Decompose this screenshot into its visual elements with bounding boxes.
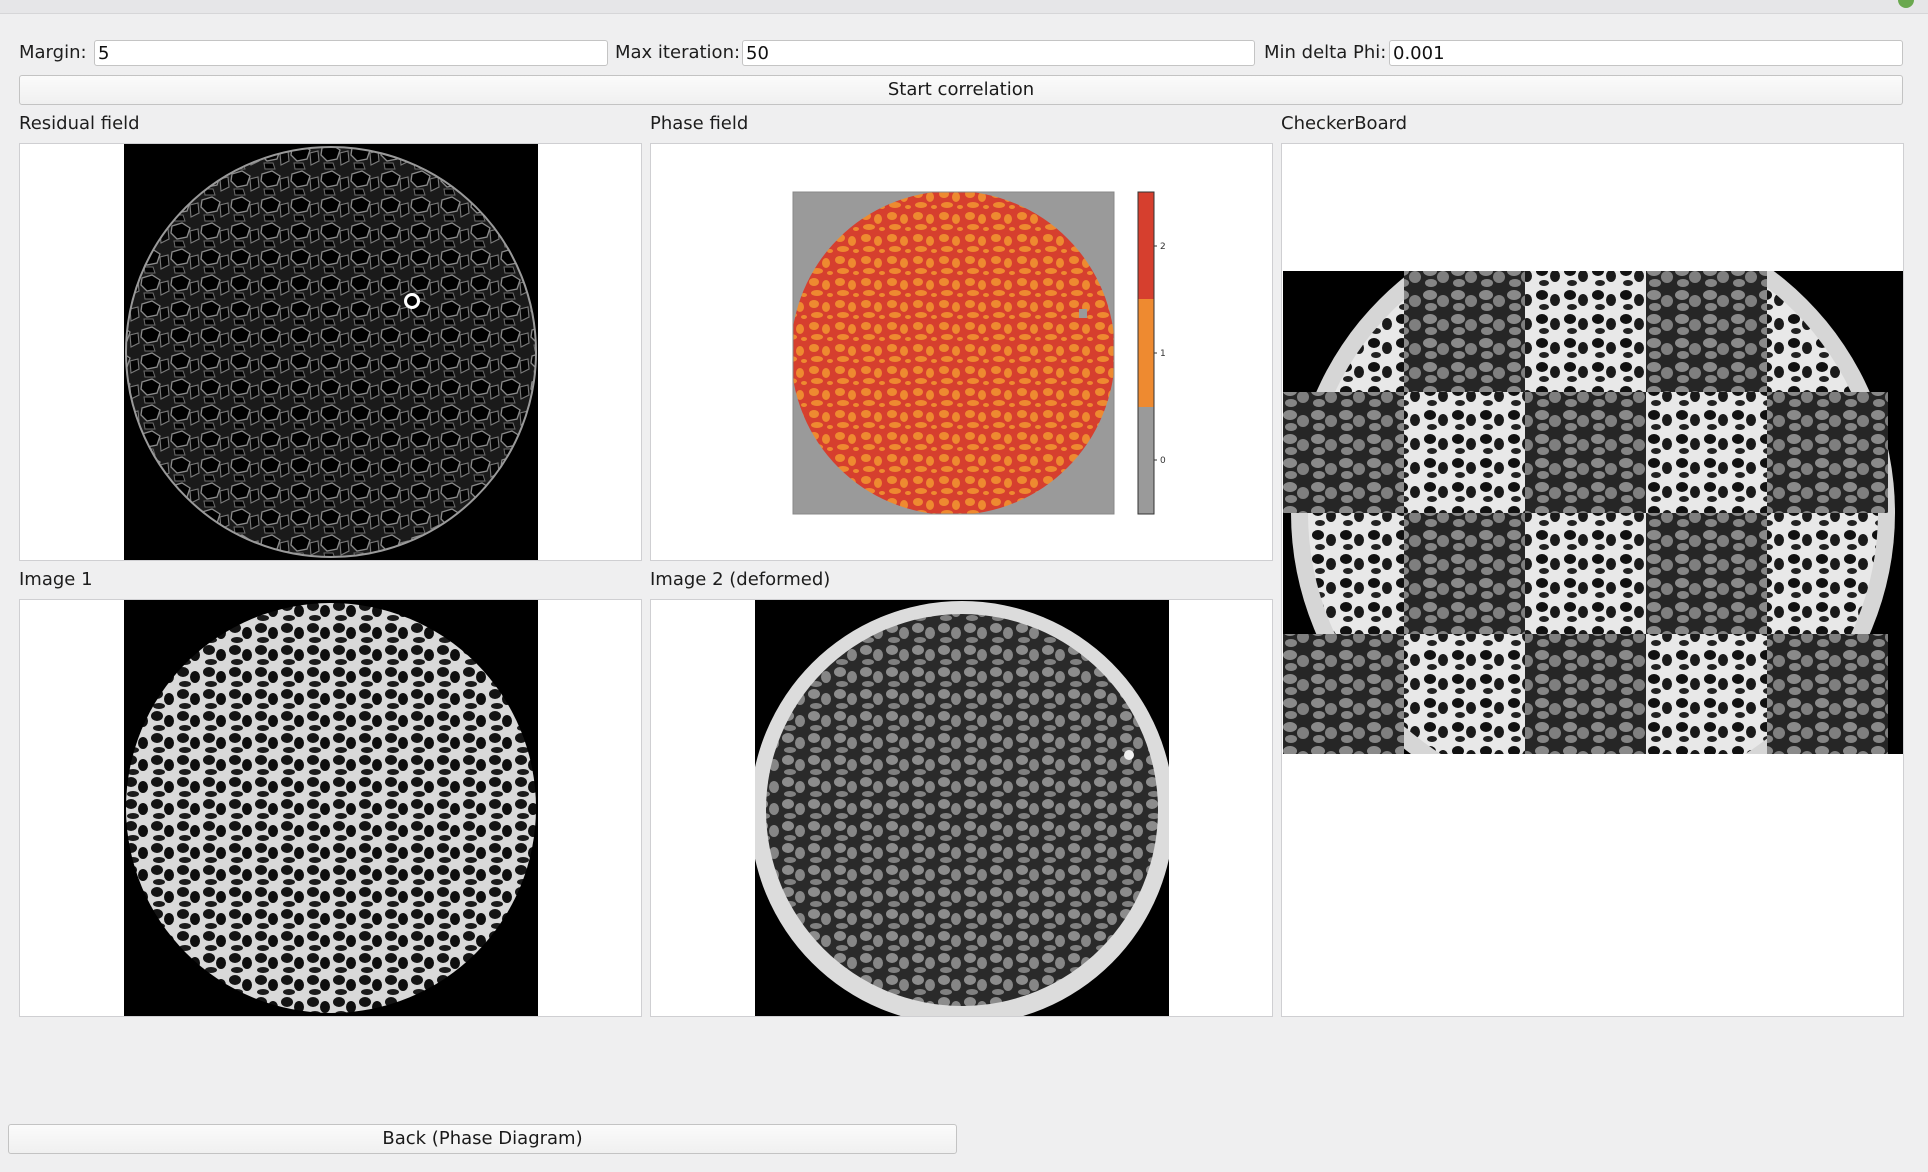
checkerboard-cell <box>1283 634 1404 754</box>
residual-field-title: Residual field <box>19 113 140 134</box>
image2-panel <box>650 599 1273 1017</box>
margin-label: Margin: <box>19 42 87 63</box>
residual-field-panel <box>19 143 642 561</box>
image1-panel <box>19 599 642 1017</box>
checkerboard-cell <box>1525 392 1646 513</box>
min-delta-phi-label: Min delta Phi: <box>1264 42 1387 63</box>
checkerboard-cell <box>1646 271 1767 392</box>
window-titlebar <box>0 0 1928 14</box>
checkerboard-image <box>1283 271 1903 754</box>
checkerboard-cell <box>1767 634 1888 754</box>
image1-title: Image 1 <box>19 569 93 590</box>
colorbar-segment-0 <box>1138 407 1154 514</box>
max-iteration-input[interactable] <box>742 40 1255 66</box>
image1-view <box>124 600 538 1016</box>
window-status-icon <box>1898 0 1914 8</box>
phase-field-title: Phase field <box>650 113 749 134</box>
phase-field-plot: 2 1 0 <box>792 191 1166 515</box>
residual-field-image <box>124 144 538 560</box>
image2-view <box>755 600 1169 1016</box>
checkerboard-title: CheckerBoard <box>1281 113 1408 134</box>
checkerboard-cell <box>1404 271 1525 392</box>
phase-field-panel: 2 1 0 <box>650 143 1273 561</box>
back-phase-diagram-button[interactable]: Back (Phase Diagram) <box>8 1124 957 1154</box>
margin-input[interactable] <box>94 40 608 66</box>
checkerboard-cell <box>1525 634 1646 754</box>
min-delta-phi-input[interactable] <box>1389 40 1903 66</box>
colorbar-tick-2: 2 <box>1160 242 1166 252</box>
checkerboard-cell <box>1767 392 1888 513</box>
checkerboard-cell <box>1646 513 1767 634</box>
checkerboard-panel <box>1281 143 1904 1017</box>
start-correlation-button[interactable]: Start correlation <box>19 75 1903 105</box>
colorbar-segment-1 <box>1138 299 1154 407</box>
colorbar-tick-0: 0 <box>1160 456 1166 466</box>
max-iteration-label: Max iteration: <box>615 42 741 63</box>
checkerboard-cell <box>1283 392 1404 513</box>
colorbar-segment-2 <box>1138 192 1154 299</box>
checkerboard-cell <box>1404 513 1525 634</box>
colorbar-tick-1: 1 <box>1160 349 1166 359</box>
image2-title: Image 2 (deformed) <box>650 569 831 590</box>
